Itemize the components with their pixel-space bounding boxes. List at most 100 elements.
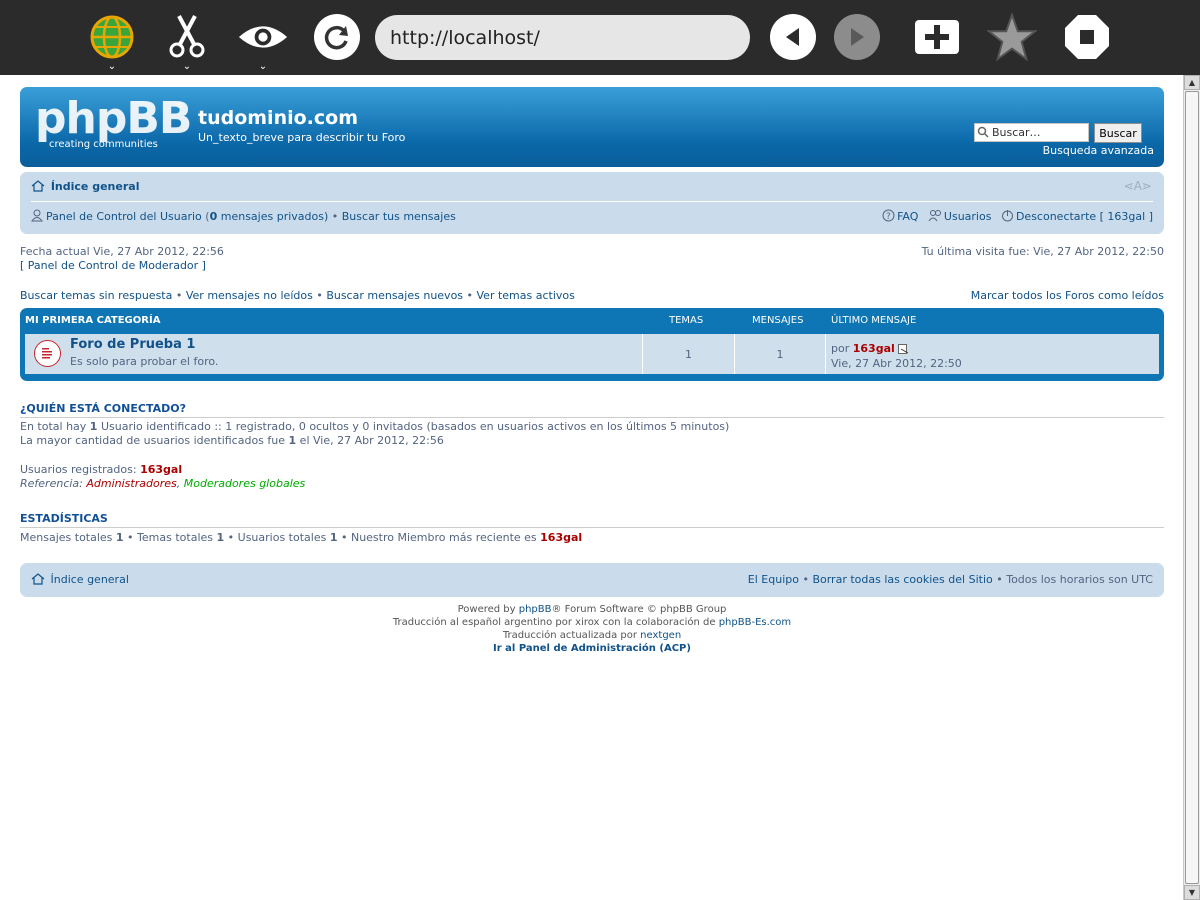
vertical-scrollbar[interactable]: ▲ ▼ [1183,75,1200,900]
add-bookmark-button[interactable] [914,14,960,60]
copyright: Powered by phpBB® Forum Software © phpBB… [20,603,1164,655]
total-topics: 1 [216,531,225,544]
newest-member-link[interactable]: 163gal [540,531,582,544]
date-info: Fecha actual Vie, 27 Abr 2012, 22:56 [ P… [20,245,224,273]
site-description: Un_texto_breve para describir tu Foro [198,131,406,144]
copyright-text: Traducción actualizada por [502,630,641,641]
chevron-down-icon[interactable]: ⌄ [108,62,116,72]
reload-button[interactable] [314,14,360,60]
last-post-date: Vie, 27 Abr 2012, 22:50 [831,357,962,370]
stats-label: • Temas totales [123,531,217,544]
chevron-down-icon[interactable]: ⌄ [259,62,267,72]
add-bookmark-icon [915,20,959,54]
separator: • [312,289,327,302]
administrators-link[interactable]: Administradores [86,477,176,490]
who-is-online-title[interactable]: ¿QUIÉN ESTÁ CONECTADO? [20,402,1164,418]
logo-tagline: creating communities [49,139,158,150]
logout-link[interactable]: Desconectarte [ 163gal ] [1016,210,1153,223]
phpbb-logo[interactable]: phpBB ® creating communities [35,93,192,155]
group-legend: Referencia: Administradores, Moderadores… [20,477,305,490]
delete-cookies-link[interactable]: Borrar todas las cookies del Sitio [812,573,992,586]
user-links: ? FAQ Usuarios Desconectarte [ 163gal ] [882,209,1153,223]
advanced-search-link[interactable]: Busqueda avanzada [1043,144,1154,157]
user-control-links: Panel de Control del Usuario (0 mensajes… [31,209,456,223]
team-link[interactable]: El Equipo [748,573,799,586]
last-post-author-link[interactable]: 163gal [853,342,895,355]
search-input[interactable]: Buscar… [974,123,1089,142]
favorite-button[interactable] [987,12,1037,62]
view-button[interactable]: ⌄ [238,14,288,72]
private-messages-link[interactable]: mensajes privados) [217,210,329,223]
quick-links: Buscar temas sin respuesta • Ver mensaje… [20,289,575,302]
topics-column-header: TEMAS [669,315,704,326]
posts-column-header: MENSAJES [752,315,804,326]
acp-link[interactable]: Ir al Panel de Administración (ACP) [20,642,1164,655]
ucp-link[interactable]: Panel de Control del Usuario [46,210,202,223]
globe-icon [90,15,134,59]
chevron-down-icon[interactable]: ⌄ [183,62,191,72]
view-latest-post-icon[interactable] [898,344,909,354]
footer-links: El Equipo • Borrar todas las cookies del… [748,573,1153,586]
forum-row: Foro de Prueba 1 Es solo para probar el … [25,334,1159,374]
unread-link[interactable]: Ver mensajes no leídos [186,289,313,302]
url-bar[interactable]: http://localhost/ [375,15,750,60]
online-total: En total hay 1 Usuario identificado :: 1… [20,420,729,433]
timezone-info: • Todos los horarios son UTC [992,573,1153,586]
current-date: Fecha actual Vie, 27 Abr 2012, 22:56 [20,245,224,258]
scrollbar-thumb[interactable] [1185,91,1199,884]
moderator-panel-link[interactable]: [ Panel de Control de Moderador ] [20,259,224,273]
global-moderators-link[interactable]: Moderadores globales [184,477,306,490]
scroll-up-arrow-icon[interactable]: ▲ [1184,75,1200,90]
separator: • [328,210,342,223]
stop-icon [1065,15,1109,59]
separator: • [172,289,186,302]
site-title: tudominio.com [198,107,358,129]
footer-board-index-link[interactable]: Índice general [51,573,129,586]
logo-wordmark: phpBB [35,93,192,144]
divider [31,201,1153,202]
topics-count: 1 [642,334,734,374]
last-post-prefix: por [831,342,853,355]
home-icon [31,180,45,192]
nextgen-link[interactable]: nextgen [640,630,681,641]
cut-button[interactable]: ⌄ [164,14,210,72]
back-button[interactable] [770,14,816,60]
board-index-link[interactable]: Índice general [51,180,140,193]
posts-count: 1 [734,334,825,374]
online-record: La mayor cantidad de usuarios identifica… [20,434,444,447]
members-link[interactable]: Usuarios [944,210,992,223]
members-icon [928,210,941,222]
posts-value: 1 [776,347,784,361]
search-button[interactable]: Buscar [1094,123,1142,143]
scroll-down-arrow-icon[interactable]: ▼ [1184,885,1200,900]
registered-label: Usuarios registrados: [20,463,141,476]
total-posts: 1 [115,531,124,544]
copyright-text: ® Forum Software © phpBB Group [551,604,727,615]
mark-forums-read-link[interactable]: Marcar todos los Foros como leídos [971,289,1164,302]
stats-label: • Usuarios totales [224,531,330,544]
forum-title-link[interactable]: Foro de Prueba 1 [70,337,195,352]
globe-button[interactable]: ⌄ [89,14,135,72]
stop-button[interactable] [1064,14,1110,60]
faq-link[interactable]: FAQ [897,210,918,223]
search-box: Buscar… Buscar [974,123,1154,143]
phpbb-link[interactable]: phpBB [519,604,552,615]
new-posts-link[interactable]: Buscar mensajes nuevos [326,289,463,302]
stats-label: Mensajes totales [20,531,116,544]
logo-registered-mark: ® [175,101,184,111]
active-topics-link[interactable]: Ver temas activos [477,289,575,302]
search-own-posts-link[interactable]: Buscar tus mensajes [342,210,456,223]
forum-page: phpBB ® creating communities tudominio.c… [20,87,1164,654]
scissors-icon [169,15,205,58]
font-resize-control[interactable]: ⋖A⋗ [1124,179,1152,193]
forward-button[interactable] [834,14,880,60]
online-text: En total hay [20,420,90,433]
online-text: el Vie, 27 Abr 2012, 22:56 [296,434,444,447]
unanswered-link[interactable]: Buscar temas sin respuesta [20,289,172,302]
last-post-info: por 163gal Vie, 27 Abr 2012, 22:50 [831,341,962,371]
online-user-link[interactable]: 163gal [140,463,182,476]
category-title[interactable]: MI PRIMERA CATEGORÍA [25,315,160,326]
phpbb-es-link[interactable]: phpBB-Es.com [719,617,791,628]
breadcrumb: Índice general [31,180,139,193]
copyright-text: Traducción al español argentino por xiro… [392,617,719,628]
